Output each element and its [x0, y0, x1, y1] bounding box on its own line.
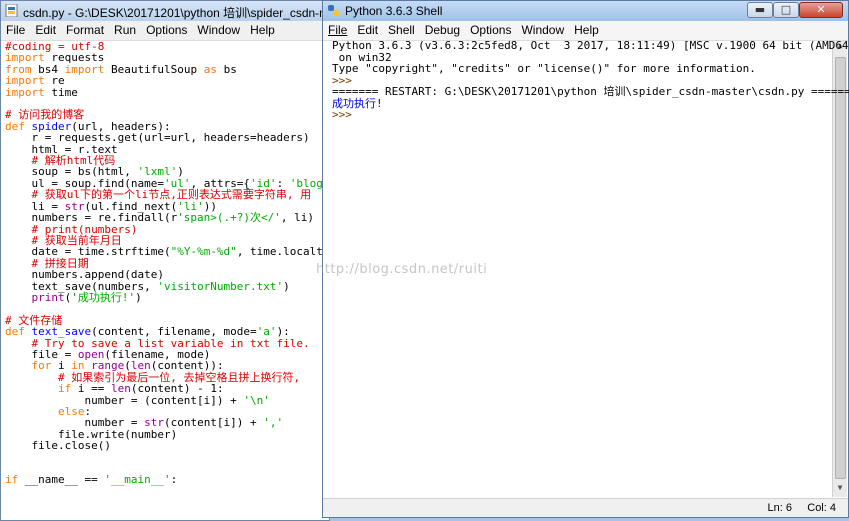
close-button[interactable]: ✕: [799, 2, 843, 18]
shell-titlebar[interactable]: Python 3.6.3 Shell ▬ □ ✕: [323, 1, 848, 21]
python-logo-icon: [328, 5, 339, 16]
menu-edit[interactable]: Edit: [30, 21, 61, 37]
menu-window[interactable]: Window: [192, 21, 245, 37]
status-line: Ln: 6: [767, 502, 792, 514]
shell-output[interactable]: Python 3.6.3 (v3.6.3:2c5fed8, Oct 3 2017…: [332, 40, 849, 121]
menu-file[interactable]: File: [323, 21, 352, 37]
editor-menubar: File Edit Format Run Options Window Help: [1, 21, 329, 41]
menu-format[interactable]: Format: [61, 21, 109, 37]
status-col: Col: 4: [807, 502, 836, 514]
editor-code-area[interactable]: #coding = utf-8 import requests from bs4…: [5, 41, 349, 486]
menu-edit[interactable]: Edit: [352, 21, 383, 37]
menu-options[interactable]: Options: [141, 21, 192, 37]
menu-window[interactable]: Window: [516, 21, 569, 37]
shell-menubar: File Edit Shell Debug Options Window Help: [323, 21, 848, 41]
editor-title: csdn.py - G:\DESK\20171201\python 培训\spi…: [23, 6, 352, 20]
menu-help[interactable]: Help: [569, 21, 604, 37]
watermark: http://blog.csdn.net/ruiti: [316, 262, 488, 277]
scroll-down-arrow-icon[interactable]: ▼: [833, 483, 847, 497]
menu-help[interactable]: Help: [245, 21, 280, 37]
maximize-button[interactable]: □: [773, 2, 799, 18]
python-file-icon: [5, 4, 18, 17]
menu-shell[interactable]: Shell: [383, 21, 420, 37]
menu-file[interactable]: File: [1, 21, 30, 37]
editor-window: csdn.py - G:\DESK\20171201\python 培训\spi…: [0, 0, 352, 521]
menu-run[interactable]: Run: [109, 21, 141, 37]
minimize-button[interactable]: ▬: [747, 2, 773, 18]
menu-options[interactable]: Options: [465, 21, 516, 37]
shell-title: Python 3.6.3 Shell: [345, 4, 443, 18]
menu-debug[interactable]: Debug: [420, 21, 465, 37]
editor-titlebar[interactable]: csdn.py - G:\DESK\20171201\python 培训\spi…: [1, 1, 352, 21]
shell-statusbar: Ln: 6 Col: 4: [323, 498, 848, 517]
